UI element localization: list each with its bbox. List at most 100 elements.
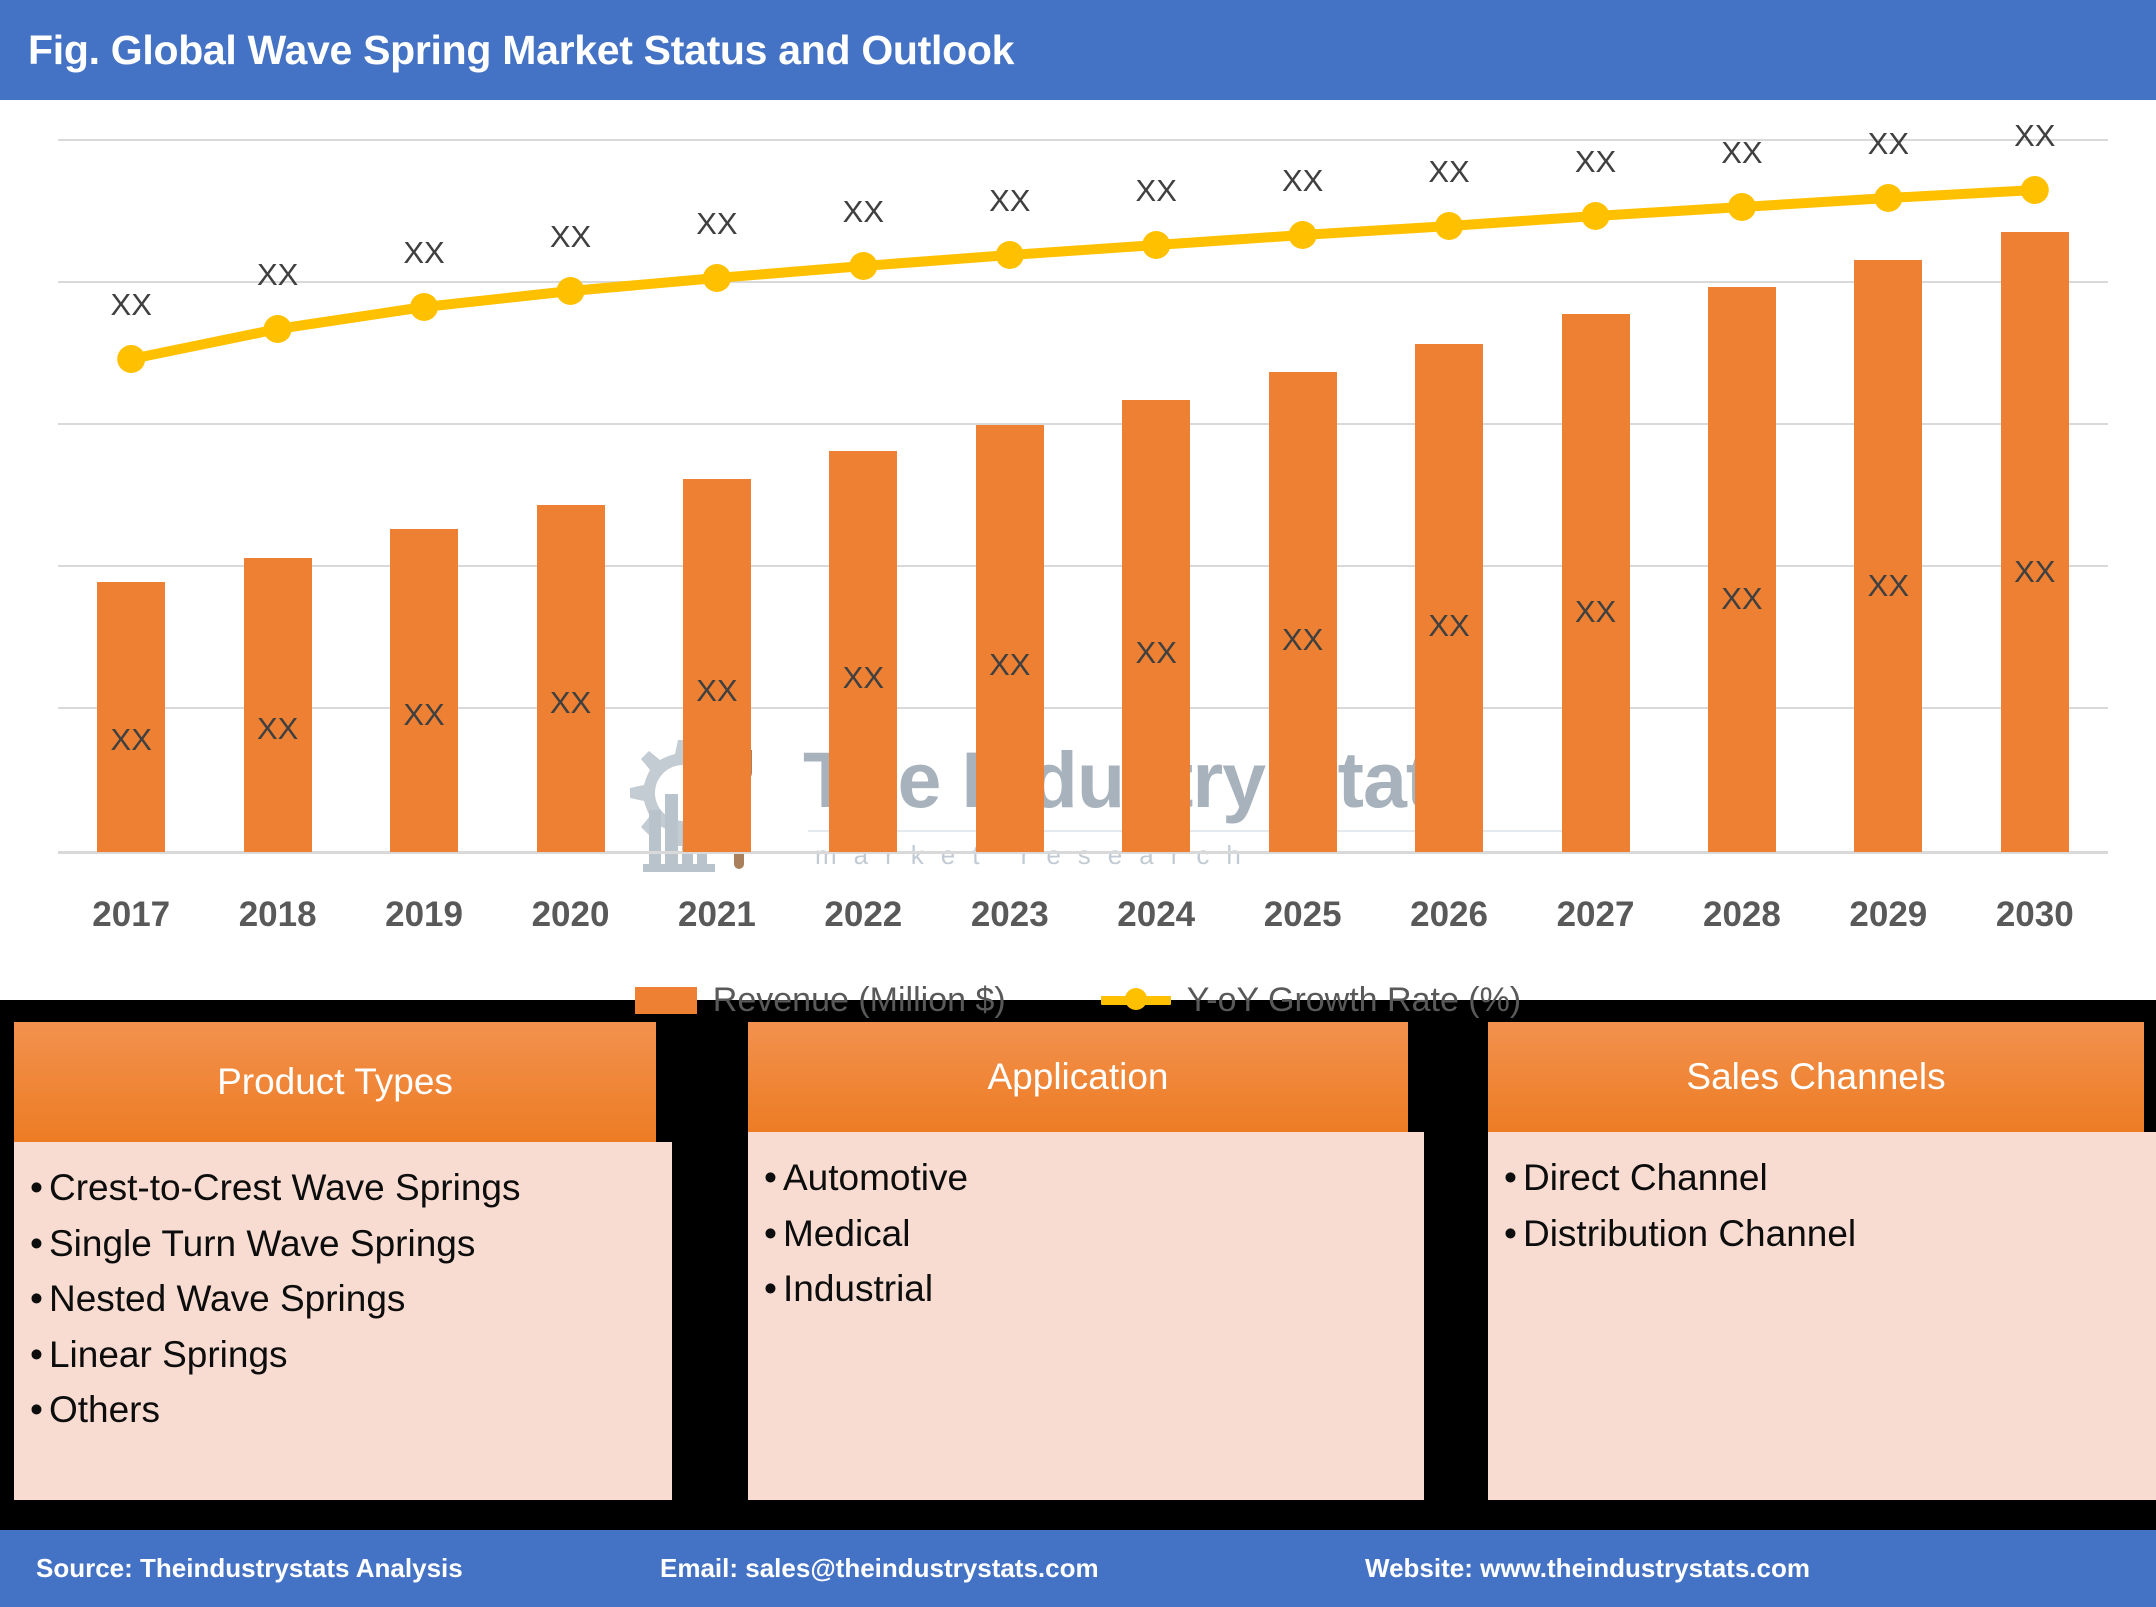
- footer-bar: Source: Theindustrystats Analysis Email:…: [0, 1530, 2156, 1607]
- x-axis-tick-label: 2022: [824, 895, 903, 934]
- legend-bar-swatch-icon: [634, 986, 697, 1014]
- bullet-dot-icon: •: [30, 1333, 43, 1375]
- x-axis-tick-label: 2017: [92, 895, 171, 934]
- card-sales-channels: Sales Channels • Direct Channel • Distribut…: [1488, 1022, 2156, 1500]
- chart-line-marker: [1435, 212, 1464, 240]
- bullet-dot-icon: •: [30, 1167, 43, 1208]
- card-bullet-label: Linear Springs: [48, 1333, 288, 1375]
- bullet-dot-icon: •: [30, 1389, 43, 1431]
- slide-root: Fig. Global Wave Spring Market Status an…: [0, 0, 2156, 1607]
- legend-label-revenue: Revenue (Million $): [712, 980, 1006, 1019]
- x-axis-tick-label: 2030: [1995, 895, 2074, 934]
- chart-line-value-label: XX: [1574, 144, 1617, 179]
- card-bullet-item: • Medical: [764, 1212, 1424, 1254]
- card-application-header: Application: [748, 1022, 1408, 1132]
- chart-line-value-label: XX: [842, 194, 885, 229]
- chart-line-value-label: XX: [110, 287, 152, 322]
- chart-line-marker: [117, 345, 146, 373]
- card-product-types-body: • Crest-to-Crest Wave Springs • Single Turn…: [14, 1142, 672, 1500]
- chart-line-marker: [556, 277, 585, 305]
- chart-line-value-label: XX: [1135, 173, 1177, 208]
- footer-website[interactable]: Website: www.theindustrystats.com: [1365, 1553, 1810, 1584]
- chart-line-value-label: XX: [1867, 126, 1910, 161]
- bullet-dot-icon: •: [30, 1278, 43, 1320]
- chart-line-value-label: XX: [549, 219, 592, 254]
- page-title: Fig. Global Wave Spring Market Status an…: [28, 26, 1015, 73]
- chart-line-marker: [849, 252, 878, 280]
- chart-line-marker: [2020, 176, 2049, 204]
- card-product-types: Product Types • Crest-to-Crest Wave Sprin…: [14, 1022, 672, 1500]
- card-application-body: • Automotive • Medical • Industrial: [748, 1132, 1424, 1500]
- bullet-dot-icon: •: [30, 1222, 43, 1264]
- x-axis-tick-label: 2019: [385, 895, 463, 934]
- chart-panel: The Industry Stats market research XXXXX…: [0, 100, 2156, 1019]
- chart-line-value-label: XX: [989, 183, 1031, 218]
- legend-item-revenue[interactable]: Revenue (Million $): [634, 980, 1006, 1020]
- card-bullet-item: • Linear Springs: [30, 1335, 672, 1375]
- chart-line-value-label: XX: [1721, 135, 1763, 170]
- chart-line-marker: [410, 293, 439, 321]
- chart-growth-line: [117, 176, 2049, 373]
- card-bullet-item: • Automotive: [764, 1158, 1424, 1198]
- bullet-dot-icon: •: [764, 1268, 777, 1310]
- chart-line-marker: [1874, 184, 1903, 212]
- legend-line-marker-icon: [1100, 987, 1171, 1013]
- x-axis-tick-label: 2020: [531, 895, 610, 934]
- card-bullet-label: Nested Wave Springs: [48, 1278, 406, 1320]
- card-bullet-label: Others: [48, 1389, 161, 1431]
- x-axis-tick-label: 2026: [1410, 895, 1488, 934]
- footer-email[interactable]: Email: sales@theindustrystats.com: [660, 1553, 1099, 1584]
- card-bullet-label: Crest-to-Crest Wave Springs: [48, 1167, 521, 1208]
- card-bullet-item: • Industrial: [764, 1269, 1424, 1309]
- chart-line-value-label: XX: [403, 235, 445, 270]
- chart-line-marker: [1581, 202, 1610, 230]
- card-bullet-item: • Distribution Channel: [1504, 1212, 2156, 1254]
- card-bullet-item: • Others: [30, 1390, 672, 1430]
- card-bullet-item: • Nested Wave Springs: [30, 1279, 672, 1319]
- card-application-title: Application: [987, 1056, 1169, 1097]
- segment-cards: Product Types • Crest-to-Crest Wave Sprin…: [0, 1022, 2156, 1500]
- chart-line-value-label: XX: [696, 206, 738, 241]
- chart-x-axis: 2017 2018 2019 2020 2021 2022 2023 2024 2025 2026…: [58, 895, 2108, 945]
- card-application: Application • Automotive • Medical • Industri…: [748, 1022, 1424, 1500]
- chart-plot-area: The Industry Stats market research XXXXX…: [58, 118, 2108, 872]
- card-bullet-item: • Single Turn Wave Springs: [30, 1222, 672, 1264]
- x-axis-tick-label: 2018: [238, 895, 317, 934]
- x-axis-tick-label: 2027: [1556, 895, 1635, 934]
- card-bullet-label: Direct Channel: [1522, 1157, 1768, 1198]
- legend-item-growth-rate[interactable]: Y-oY Growth Rate (%): [1100, 980, 1522, 1020]
- x-axis-tick-label: 2024: [1117, 895, 1196, 934]
- card-bullet-label: Automotive: [782, 1157, 969, 1198]
- card-product-types-title: Product Types: [217, 1061, 453, 1102]
- card-bullet-label: Industrial: [782, 1268, 934, 1310]
- chart-line-marker: [263, 315, 292, 343]
- chart-line-marker: [1288, 221, 1317, 249]
- chart-line-marker: [702, 264, 731, 292]
- chart-line-marker: [995, 241, 1024, 269]
- bullet-dot-icon: •: [764, 1212, 777, 1254]
- chart-line-marker: [1727, 193, 1756, 221]
- chart-line-value-label: XX: [2014, 118, 2056, 153]
- header-bar: Fig. Global Wave Spring Market Status an…: [0, 0, 2156, 100]
- card-bullet-item: • Direct Channel: [1504, 1158, 2156, 1198]
- x-axis-tick-label: 2021: [677, 895, 756, 934]
- chart-line-marker: [1142, 231, 1171, 259]
- chart-legend: Revenue (Million $) Y-oY Growth Rate (%): [0, 970, 2156, 1030]
- card-sales-channels-header: Sales Channels: [1488, 1022, 2144, 1132]
- bullet-dot-icon: •: [1504, 1157, 1517, 1198]
- card-sales-channels-body: • Direct Channel • Distribution Channel: [1488, 1132, 2156, 1500]
- bullet-dot-icon: •: [1504, 1212, 1517, 1254]
- bullet-dot-icon: •: [764, 1157, 777, 1198]
- card-bullet-label: Single Turn Wave Springs: [48, 1222, 476, 1264]
- card-product-types-header: Product Types: [14, 1022, 656, 1142]
- card-sales-channels-title: Sales Channels: [1686, 1056, 1946, 1097]
- chart-line-value-label: XX: [1281, 163, 1324, 198]
- x-axis-tick-label: 2023: [970, 895, 1049, 934]
- x-axis-tick-label: 2029: [1849, 895, 1928, 934]
- card-bullet-label: Medical: [782, 1212, 911, 1254]
- x-axis-tick-label: 2025: [1263, 895, 1342, 934]
- x-axis-tick-label: 2028: [1702, 895, 1781, 934]
- chart-line-value-label: XX: [256, 257, 299, 292]
- chart-line-value-label: XX: [1428, 154, 1470, 189]
- legend-label-growth-rate: Y-oY Growth Rate (%): [1186, 980, 1522, 1019]
